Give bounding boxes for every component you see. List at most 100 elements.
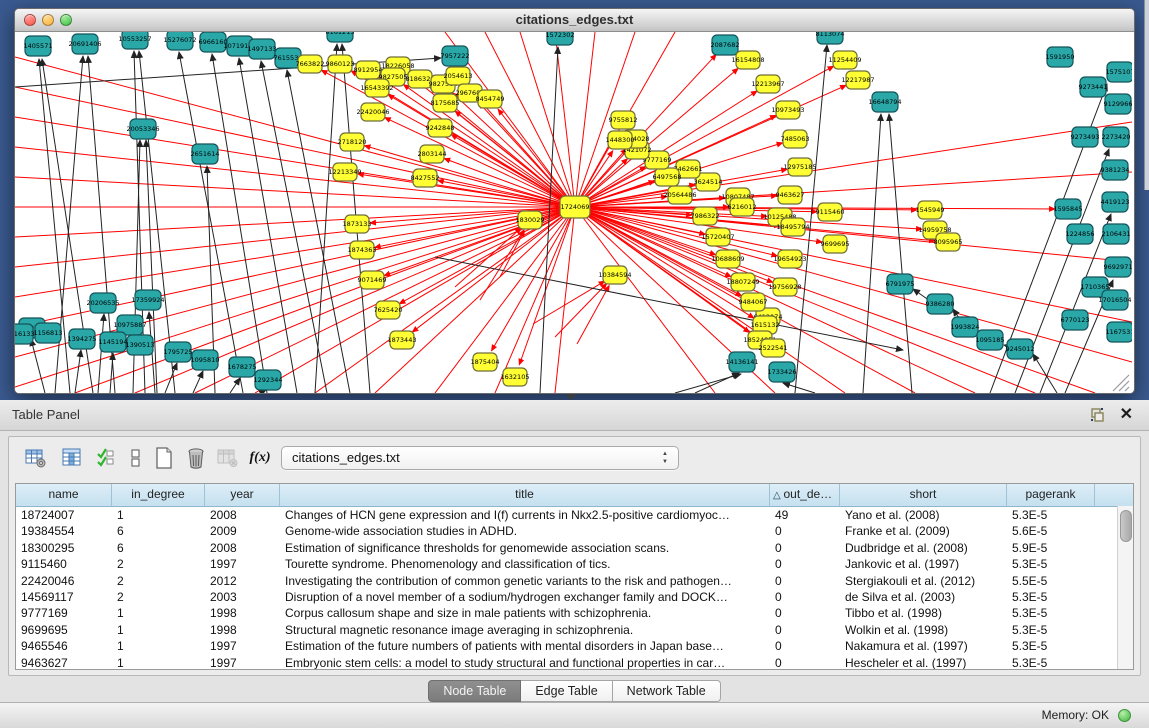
cell-pagerank[interactable]: 5.3E-5 bbox=[1007, 556, 1095, 572]
cell-title[interactable]: Corpus callosum shape and size in male p… bbox=[280, 605, 770, 621]
cell-pagerank[interactable]: 5.9E-5 bbox=[1007, 540, 1095, 556]
table-row[interactable]: 1938455462009Genome-wide association stu… bbox=[16, 523, 1133, 539]
cell-pagerank[interactable]: 5.3E-5 bbox=[1007, 507, 1095, 523]
table-row[interactable]: 969969511998Structural magnetic resonanc… bbox=[16, 622, 1133, 638]
graph-edge-red[interactable] bbox=[555, 284, 607, 337]
table-row[interactable]: 977716911998Corpus callosum shape and si… bbox=[16, 605, 1133, 621]
cell-short[interactable]: Nakamura et al. (1997) bbox=[840, 638, 1007, 654]
table-row[interactable]: 946554611997Estimation of the future num… bbox=[16, 638, 1133, 654]
graph-edge-red[interactable] bbox=[375, 207, 575, 247]
cell-out_degree[interactable]: 0 bbox=[770, 622, 840, 638]
network-view[interactable]: 1405571206914061055325715276072696616010… bbox=[15, 32, 1132, 393]
graph-edge-black[interactable] bbox=[435, 257, 903, 350]
cell-year[interactable]: 1997 bbox=[205, 556, 280, 572]
graph-edge-red[interactable] bbox=[480, 230, 524, 300]
cell-title[interactable]: Disruption of a novel member of a sodium… bbox=[280, 589, 770, 605]
create-column-button[interactable] bbox=[151, 444, 177, 472]
column-header-title[interactable]: title bbox=[280, 484, 770, 506]
cell-out_degree[interactable]: 0 bbox=[770, 556, 840, 572]
table-row[interactable]: 1830029562008Estimation of significance … bbox=[16, 540, 1133, 556]
graph-edge-black[interactable] bbox=[315, 44, 337, 393]
cell-out_degree[interactable]: 49 bbox=[770, 507, 840, 523]
graph-edge-black[interactable] bbox=[110, 353, 113, 393]
cell-out_degree[interactable]: 0 bbox=[770, 540, 840, 556]
cell-out_degree[interactable]: 0 bbox=[770, 589, 840, 605]
show-columns-button[interactable] bbox=[59, 444, 85, 472]
graph-edge-black[interactable] bbox=[675, 374, 741, 393]
tab-edge-table[interactable]: Edge Table bbox=[521, 680, 612, 702]
scrollbar-thumb[interactable] bbox=[1120, 510, 1132, 542]
cell-in_degree[interactable]: 2 bbox=[112, 573, 205, 589]
cell-title[interactable]: Embryonic stem cells: a model to study s… bbox=[280, 655, 770, 670]
table-row[interactable]: 946362711997Embryonic stem cells: a mode… bbox=[16, 655, 1133, 670]
cell-out_degree[interactable]: 0 bbox=[770, 523, 840, 539]
cell-in_degree[interactable]: 1 bbox=[112, 605, 205, 621]
vertical-scrollbar[interactable] bbox=[1117, 506, 1133, 669]
cell-out_degree[interactable]: 0 bbox=[770, 638, 840, 654]
cell-in_degree[interactable]: 2 bbox=[112, 556, 205, 572]
row-height-button[interactable] bbox=[123, 444, 149, 472]
cell-pagerank[interactable]: 5.3E-5 bbox=[1007, 638, 1095, 654]
cell-title[interactable]: Changes of HCN gene expression and I(f) … bbox=[280, 507, 770, 523]
cell-short[interactable]: Jankovic et al. (1997) bbox=[840, 556, 1007, 572]
cell-in_degree[interactable]: 6 bbox=[112, 523, 205, 539]
delete-column-button[interactable] bbox=[183, 444, 209, 472]
cell-title[interactable]: Estimation of the future numbers of pati… bbox=[280, 638, 770, 654]
graph-edge-black[interactable] bbox=[165, 363, 177, 393]
delete-table-button[interactable] bbox=[215, 444, 241, 472]
cell-name[interactable]: 9465546 bbox=[16, 638, 112, 654]
cell-short[interactable]: de Silva et al. (2003) bbox=[840, 589, 1007, 605]
tab-network-table[interactable]: Network Table bbox=[613, 680, 721, 702]
cell-title[interactable]: Structural magnetic resonance image aver… bbox=[280, 622, 770, 638]
graph-edge-black[interactable] bbox=[783, 383, 815, 393]
table-row[interactable]: 1872400712008Changes of HCN gene express… bbox=[16, 507, 1133, 523]
cell-year[interactable]: 1998 bbox=[205, 622, 280, 638]
table-row[interactable]: 2242004622012Investigating the contribut… bbox=[16, 573, 1133, 589]
column-header-name[interactable]: name bbox=[16, 484, 112, 506]
graph-edge-red[interactable] bbox=[555, 32, 575, 207]
cell-out_degree[interactable]: 0 bbox=[770, 573, 840, 589]
cell-year[interactable]: 2009 bbox=[205, 523, 280, 539]
column-header-pagerank[interactable]: pagerank bbox=[1007, 484, 1095, 506]
graph-edge-red[interactable] bbox=[435, 207, 575, 393]
tab-node-table[interactable]: Node Table bbox=[428, 680, 521, 702]
close-panel-icon[interactable]: ✕ bbox=[1120, 404, 1133, 426]
cell-pagerank[interactable]: 5.6E-5 bbox=[1007, 523, 1095, 539]
cell-year[interactable]: 1998 bbox=[205, 605, 280, 621]
graph-edge-black[interactable] bbox=[239, 58, 297, 393]
cell-year[interactable]: 1997 bbox=[205, 638, 280, 654]
cell-year[interactable]: 2003 bbox=[205, 589, 280, 605]
graph-edge-red[interactable] bbox=[495, 207, 575, 393]
cell-out_degree[interactable]: 0 bbox=[770, 655, 840, 670]
cell-in_degree[interactable]: 6 bbox=[112, 540, 205, 556]
cell-pagerank[interactable]: 5.3E-5 bbox=[1007, 622, 1095, 638]
cell-name[interactable]: 18300295 bbox=[16, 540, 112, 556]
cell-title[interactable]: Estimation of significance thresholds fo… bbox=[280, 540, 770, 556]
cell-year[interactable]: 2012 bbox=[205, 573, 280, 589]
cell-pagerank[interactable]: 5.3E-5 bbox=[1007, 655, 1095, 670]
cell-short[interactable]: Franke et al. (2009) bbox=[840, 523, 1007, 539]
graph-edge-red[interactable] bbox=[15, 207, 575, 297]
graph-edge-red[interactable] bbox=[15, 57, 575, 207]
cell-short[interactable]: Hescheler et al. (1997) bbox=[840, 655, 1007, 670]
graph-edge-red[interactable] bbox=[575, 32, 595, 207]
cell-name[interactable]: 18724007 bbox=[16, 507, 112, 523]
cell-pagerank[interactable]: 5.3E-5 bbox=[1007, 589, 1095, 605]
graph-edge-black[interactable] bbox=[179, 52, 243, 393]
cell-short[interactable]: Yano et al. (2008) bbox=[840, 507, 1007, 523]
graph-edge-black[interactable] bbox=[863, 114, 881, 393]
cell-year[interactable]: 2008 bbox=[205, 507, 280, 523]
cell-title[interactable]: Tourette syndrome. Phenomenology and cla… bbox=[280, 556, 770, 572]
window-resize-grip[interactable] bbox=[1113, 375, 1129, 391]
cell-name[interactable]: 22420046 bbox=[16, 573, 112, 589]
network-canvas[interactable]: 1405571206914061055325715276072696616010… bbox=[15, 32, 1132, 393]
function-builder-button[interactable]: f(x) bbox=[247, 444, 273, 472]
cell-title[interactable]: Genome-wide association studies in ADHD. bbox=[280, 523, 770, 539]
cell-in_degree[interactable]: 2 bbox=[112, 589, 205, 605]
cell-in_degree[interactable]: 1 bbox=[112, 622, 205, 638]
cell-name[interactable]: 9699695 bbox=[16, 622, 112, 638]
select-mode-button[interactable] bbox=[93, 444, 119, 472]
graph-edge-black[interactable] bbox=[230, 378, 240, 393]
column-header-year[interactable]: year bbox=[205, 484, 280, 506]
cell-in_degree[interactable]: 1 bbox=[112, 655, 205, 670]
